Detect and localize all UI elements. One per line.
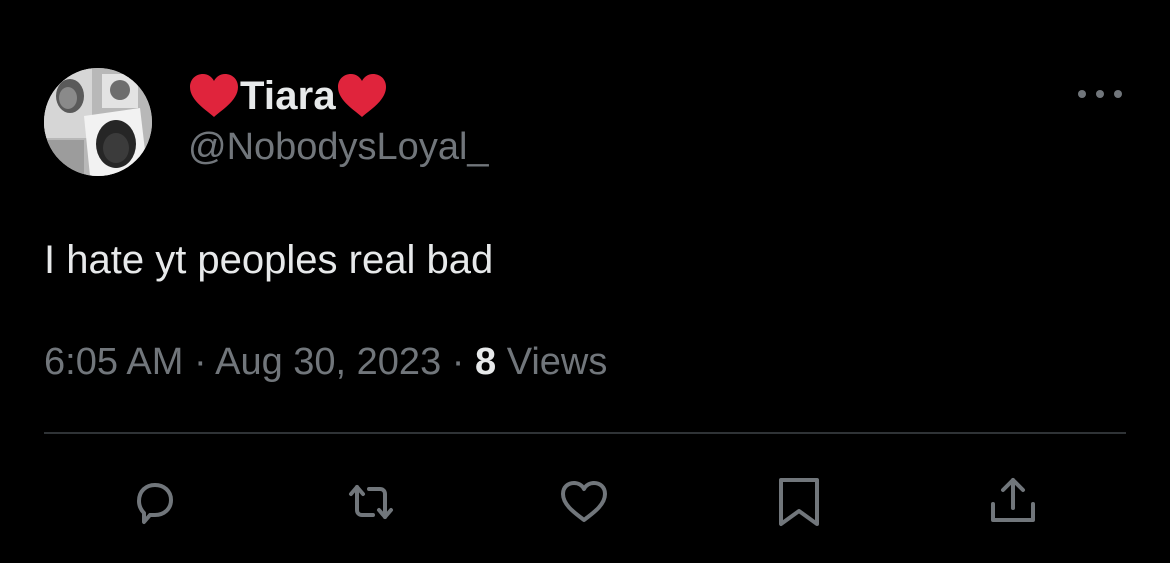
tweet-meta: 6:05 AM · Aug 30, 2023 · 8 Views <box>44 336 607 388</box>
meta-separator: · <box>451 341 465 383</box>
divider <box>44 432 1126 434</box>
more-options-button[interactable] <box>1078 80 1122 108</box>
more-dot <box>1078 90 1086 98</box>
bookmark-button[interactable] <box>771 474 827 530</box>
user-handle[interactable]: @NobodysLoyal_ <box>188 126 489 169</box>
share-icon <box>991 478 1035 522</box>
reply-icon <box>137 483 173 524</box>
share-button[interactable] <box>985 474 1041 530</box>
retweet-button[interactable] <box>343 474 399 530</box>
views-label: Views <box>506 341 608 383</box>
tweet-card: Tiara @NobodysLoyal_ I hate yt peoples r… <box>0 0 1170 563</box>
meta-separator: · <box>193 341 207 383</box>
avatar[interactable] <box>44 68 152 176</box>
views-count: 8 <box>474 341 497 383</box>
red-heart-emoji-icon <box>190 74 238 117</box>
tweet-date[interactable]: Aug 30, 2023 <box>215 341 441 383</box>
more-dot <box>1096 90 1104 98</box>
tweet-header: Tiara @NobodysLoyal_ <box>188 70 489 169</box>
like-button[interactable] <box>556 474 612 530</box>
retweet-icon <box>349 485 393 519</box>
like-icon <box>561 481 607 522</box>
avatar-image <box>44 68 152 176</box>
reply-button[interactable] <box>127 474 183 530</box>
more-dot <box>1114 90 1122 98</box>
display-name-row[interactable]: Tiara <box>188 70 489 122</box>
tweet-text: I hate yt peoples real bad <box>44 238 494 282</box>
red-heart-emoji-icon <box>337 74 386 117</box>
tweet-time[interactable]: 6:05 AM <box>44 341 183 383</box>
bookmark-icon <box>779 478 819 526</box>
display-name[interactable]: Tiara <box>240 74 336 119</box>
